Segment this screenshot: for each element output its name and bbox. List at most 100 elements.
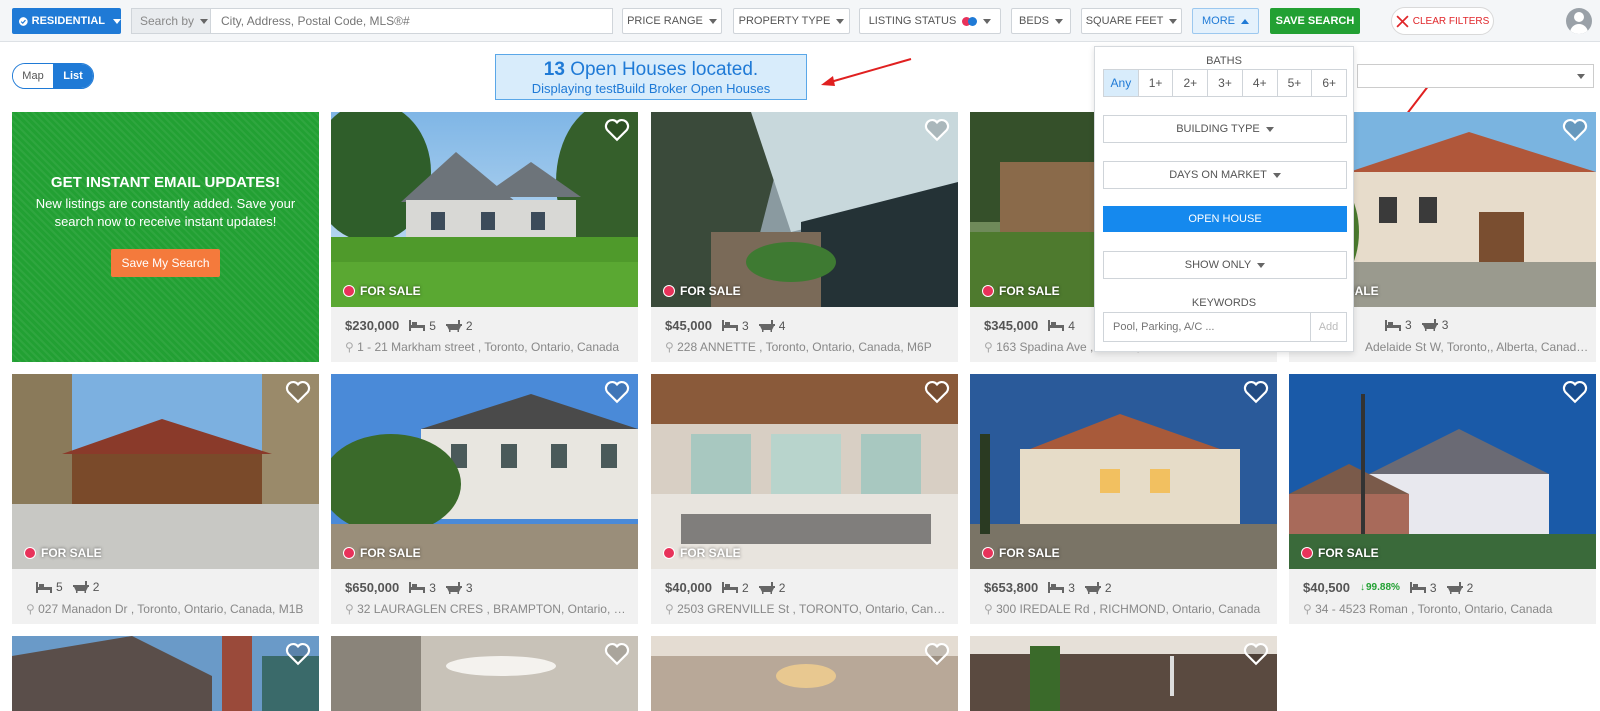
baths-selector: Any 1+ 2+ 3+ 4+ 5+ 6+: [1103, 69, 1347, 97]
favorite-heart-icon[interactable]: [924, 118, 950, 142]
listing-card[interactable]: FOR SALE $40,000 2 2 ⚲ 2503 GRENVILLE St…: [651, 374, 958, 624]
listing-details: $653,800 3 2: [984, 580, 1112, 595]
results-headline-text: Open Houses located.: [570, 59, 759, 80]
listing-card[interactable]: FOR SALE $653,800 3 2 ⚲ 300 IREDALE Rd ,…: [970, 374, 1277, 624]
chevron-down-icon: [1272, 172, 1281, 178]
listing-photo: [12, 374, 319, 569]
favorite-heart-icon[interactable]: [1562, 118, 1588, 142]
favorite-heart-icon[interactable]: [924, 642, 950, 666]
more-filters-panel: BATHS Any 1+ 2+ 3+ 4+ 5+ 6+ BUILDING TYP…: [1094, 46, 1354, 352]
baths-option-3[interactable]: 3+: [1208, 70, 1243, 96]
status-dot-icon: [343, 285, 355, 297]
bed-icon: [1409, 582, 1426, 593]
save-search-button[interactable]: SAVE SEARCH: [1270, 8, 1360, 34]
listing-status-dropdown[interactable]: LISTING STATUS: [859, 8, 1001, 34]
beds-count: 5: [429, 318, 436, 333]
keywords-input[interactable]: [1103, 312, 1311, 342]
map-pin-icon: ⚲: [345, 602, 358, 616]
favorite-heart-icon[interactable]: [604, 380, 630, 404]
building-type-dropdown[interactable]: BUILDING TYPE: [1103, 115, 1347, 143]
map-pin-icon: ⚲: [984, 340, 997, 354]
listing-card[interactable]: FOR SALE $45,000 3 4 ⚲ 228 ANNETTE , Tor…: [651, 112, 958, 362]
search-by-dropdown[interactable]: Search by: [131, 8, 211, 34]
beds-spec: 4: [1048, 319, 1075, 333]
favorite-heart-icon[interactable]: [1243, 380, 1269, 404]
listing-card[interactable]: [331, 636, 638, 711]
residential-button[interactable]: RESIDENTIAL: [12, 8, 121, 34]
price-range-dropdown[interactable]: PRICE RANGE: [622, 8, 722, 34]
listing-address-text: Adelaide St W, Toronto,, Alberta, Canada…: [1365, 340, 1590, 354]
baths-option-any[interactable]: Any: [1104, 70, 1139, 96]
search-input[interactable]: [210, 8, 613, 34]
bathtub-icon: [445, 581, 462, 594]
beds-count: 3: [429, 580, 436, 595]
listing-card[interactable]: [12, 636, 319, 711]
listing-details: $40,500 ↓ 99.88% 3 2: [1303, 580, 1473, 595]
listing-status-badge: FOR SALE: [982, 284, 1060, 298]
listing-address-text: 027 Manadon Dr , Toronto, Ontario, Canad…: [38, 602, 304, 616]
more-filters-button[interactable]: MORE: [1192, 8, 1259, 34]
favorite-heart-icon[interactable]: [285, 642, 311, 666]
favorite-heart-icon[interactable]: [1243, 642, 1269, 666]
property-type-dropdown[interactable]: PROPERTY TYPE: [733, 8, 850, 34]
baths-spec: 2: [445, 318, 473, 333]
listing-card[interactable]: [651, 636, 958, 711]
bed-icon: [1385, 319, 1401, 331]
baths-count: 2: [465, 318, 473, 333]
baths-option-2[interactable]: 2+: [1173, 70, 1209, 96]
baths-option-4[interactable]: 4+: [1243, 70, 1278, 96]
listing-card[interactable]: FOR SALE $230,000 5 2 ⚲ 1 - 21 Markham s…: [331, 112, 638, 362]
baths-option-6[interactable]: 6+: [1312, 70, 1346, 96]
baths-option-5[interactable]: 5+: [1278, 70, 1313, 96]
square-feet-dropdown[interactable]: SQUARE FEET: [1081, 8, 1182, 34]
save-my-search-button[interactable]: Save My Search: [111, 249, 220, 277]
check-circle-icon: [19, 16, 28, 26]
bed-icon: [1048, 582, 1065, 593]
baths-spec: 2: [72, 580, 99, 594]
status-dot-icon: [982, 285, 994, 297]
listing-address-text: 32 LAURAGLEN CRES , BRAMPTON, Ontario, C…: [357, 602, 630, 616]
bathtub-icon: [1421, 319, 1438, 331]
favorite-heart-icon[interactable]: [285, 380, 311, 404]
favorite-heart-icon[interactable]: [604, 642, 630, 666]
baths-option-1[interactable]: 1+: [1139, 70, 1174, 96]
days-on-market-dropdown[interactable]: DAYS ON MARKET: [1103, 161, 1347, 189]
beds-count: 5: [56, 580, 63, 594]
listing-card[interactable]: FOR SALE $650,000 3 3 ⚲ 32 LAURAGLEN CRE…: [331, 374, 638, 624]
favorite-heart-icon[interactable]: [1562, 380, 1588, 404]
listing-address-text: 300 IREDALE Rd , RICHMOND, Ontario, Cana…: [996, 602, 1261, 616]
clear-filters-button[interactable]: CLEAR FILTERS: [1391, 7, 1494, 35]
favorite-heart-icon[interactable]: [604, 118, 630, 142]
add-keyword-button[interactable]: Add: [1311, 312, 1347, 342]
listing-price: $653,800: [984, 580, 1039, 595]
status-dot-icon: [982, 547, 994, 559]
listing-card[interactable]: [970, 636, 1277, 711]
status-dot-icon: [663, 285, 675, 297]
list-view-tab[interactable]: List: [53, 64, 93, 88]
chevron-up-icon: [1241, 18, 1249, 24]
beds-spec: 3: [1048, 581, 1075, 595]
results-count: 13: [543, 59, 565, 80]
chevron-down-icon: [1265, 126, 1274, 132]
open-house-button[interactable]: OPEN HOUSE: [1103, 206, 1347, 232]
listing-card[interactable]: FOR SALE 5 2 ⚲ 027 Manadon Dr , Toronto,…: [12, 374, 319, 624]
baths-count: 2: [1466, 580, 1474, 595]
sort-select[interactable]: [1357, 64, 1594, 88]
show-only-dropdown[interactable]: SHOW ONLY: [1103, 251, 1347, 279]
building-type-label: BUILDING TYPE: [1176, 123, 1260, 135]
user-avatar[interactable]: [1566, 8, 1592, 34]
beds-count: 3: [742, 318, 749, 333]
beds-dropdown[interactable]: BEDS: [1011, 8, 1071, 34]
clear-filters-label: CLEAR FILTERS: [1412, 15, 1490, 27]
price-range-label: PRICE RANGE: [627, 15, 703, 27]
baths-count: 3: [1441, 318, 1449, 332]
beds-label: BEDS: [1019, 15, 1049, 27]
map-pin-icon: ⚲: [984, 602, 997, 616]
property-type-label: PROPERTY TYPE: [738, 15, 831, 27]
listing-card[interactable]: FOR SALE $40,500 ↓ 99.88% 3 2 ⚲ 34 - 4523…: [1289, 374, 1596, 624]
favorite-heart-icon[interactable]: [924, 380, 950, 404]
baths-title: BATHS: [1206, 55, 1242, 67]
listing-photo: [1289, 374, 1596, 569]
chevron-down-icon: [983, 18, 992, 24]
map-view-tab[interactable]: Map: [13, 64, 53, 88]
